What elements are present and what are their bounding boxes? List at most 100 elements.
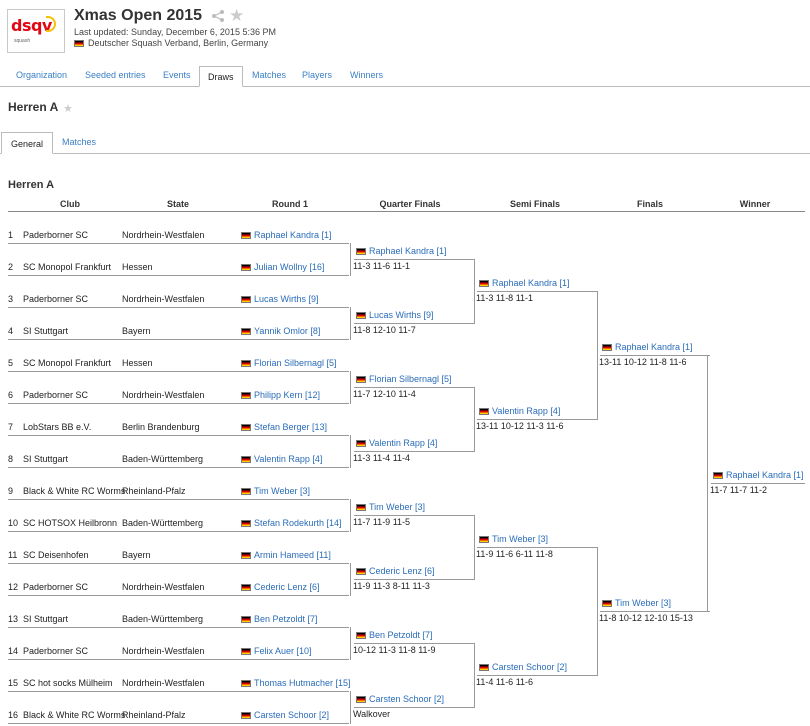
bracket-line: [474, 387, 475, 452]
tab-seeded-entries[interactable]: Seeded entries: [85, 70, 146, 80]
state-name: Rheinland-Pfalz: [122, 486, 186, 496]
round1-player-link[interactable]: Armin Hameed [11]: [254, 550, 331, 560]
quarter-final-player-link[interactable]: Cederic Lenz [6]: [369, 566, 435, 576]
club-name: Paderborner SC: [23, 390, 89, 400]
tab-players[interactable]: Players: [302, 70, 332, 80]
quarter-final-player-link[interactable]: Carsten Schoor [2]: [369, 694, 444, 704]
seed-number: 9: [8, 486, 14, 496]
bracket-line: [597, 291, 598, 420]
final-player-link[interactable]: Tim Weber [3]: [615, 598, 671, 608]
round1-player-link[interactable]: Carsten Schoor [2]: [254, 710, 329, 720]
bracket-line: [354, 387, 475, 388]
state-name: Bayern: [122, 326, 151, 336]
round1-player-link[interactable]: Ben Petzoldt [7]: [254, 614, 318, 624]
bracket-line: [239, 371, 349, 372]
bracket-line: [8, 371, 239, 372]
germany-flag-icon: [241, 648, 251, 655]
quarter-final-player-link[interactable]: Valentin Rapp [4]: [369, 438, 437, 448]
bracket-line: [350, 499, 351, 532]
bracket-line: [8, 627, 239, 628]
semi-final-player-link[interactable]: Tim Weber [3]: [492, 534, 548, 544]
state-name: Baden-Württemberg: [122, 454, 204, 464]
quarter-final-player-link[interactable]: Ben Petzoldt [7]: [369, 630, 433, 640]
seed-number: 13: [8, 614, 19, 624]
header-divider: [8, 211, 805, 212]
semi-final-score: 11-4 11-6 11-6: [476, 677, 534, 687]
quarter-final-player-link[interactable]: Florian Silbernagl [5]: [369, 374, 452, 384]
round1-player-link[interactable]: Tim Weber [3]: [254, 486, 310, 496]
bracket-line: [8, 499, 239, 500]
round1-player-link[interactable]: Philipp Kern [12]: [254, 390, 320, 400]
subtab-matches[interactable]: Matches: [62, 137, 96, 147]
tab-draws[interactable]: Draws: [199, 66, 243, 87]
germany-flag-icon: [241, 680, 251, 687]
round1-player-link[interactable]: Yannik Omlor [8]: [254, 326, 320, 336]
seed-number: 1: [8, 230, 14, 240]
tab-matches[interactable]: Matches: [252, 70, 286, 80]
bracket-line: [350, 691, 351, 724]
bracket-line: [239, 275, 349, 276]
round1-player-link[interactable]: Thomas Hutmacher [15]: [254, 678, 351, 688]
tab-events[interactable]: Events: [163, 70, 191, 80]
club-name: SC Monopol Frankfurt: [23, 262, 112, 272]
round1-player-link[interactable]: Lucas Wirths [9]: [254, 294, 319, 304]
column-header-quarter-finals: Quarter Finals: [379, 199, 441, 209]
club-name: SI Stuttgart: [23, 454, 69, 464]
bracket-line: [239, 691, 349, 692]
quarter-final-player-link[interactable]: Raphael Kandra [1]: [369, 246, 447, 256]
club-name: SC hot socks Mülheim: [23, 678, 113, 688]
quarter-final-score: Walkover: [353, 709, 391, 719]
seed-number: 16: [8, 710, 19, 720]
round1-player-link[interactable]: Stefan Rodekurth [14]: [254, 518, 342, 528]
seed-number: 7: [8, 422, 14, 432]
quarter-final-score: 11-7 12-10 11-4: [353, 389, 416, 399]
share-icon[interactable]: [211, 9, 225, 23]
organization-logo: dsqv squash: [7, 9, 65, 53]
semi-final-player-link[interactable]: Valentin Rapp [4]: [492, 406, 560, 416]
germany-flag-icon: [241, 328, 251, 335]
bracket-line: [600, 611, 710, 612]
state-name: Hessen: [122, 262, 153, 272]
round1-player-link[interactable]: Raphael Kandra [1]: [254, 230, 332, 240]
quarter-final-player-link[interactable]: Tim Weber [3]: [369, 502, 425, 512]
quarter-final-score: 11-7 11-9 11-5: [353, 517, 411, 527]
round1-player-link[interactable]: Florian Silbernagl [5]: [254, 358, 337, 368]
germany-flag-icon: [356, 312, 366, 319]
round1-player-link[interactable]: Valentin Rapp [4]: [254, 454, 322, 464]
final-player-link[interactable]: Raphael Kandra [1]: [615, 342, 693, 352]
semi-final-player-link[interactable]: Raphael Kandra [1]: [492, 278, 570, 288]
bracket-line: [239, 723, 349, 724]
bracket-line: [354, 259, 475, 260]
bracket-line: [239, 435, 349, 436]
bracket-line: [239, 467, 349, 468]
semi-final-player-link[interactable]: Carsten Schoor [2]: [492, 662, 567, 672]
quarter-final-score: 11-9 11-3 8-11 11-3: [353, 581, 430, 591]
bracket-line: [239, 307, 349, 308]
round1-player-link[interactable]: Cederic Lenz [6]: [254, 582, 320, 592]
state-name: Baden-Württemberg: [122, 518, 204, 528]
round1-player-link[interactable]: Felix Auer [10]: [254, 646, 312, 656]
club-name: Paderborner SC: [23, 582, 89, 592]
bracket-line: [600, 355, 710, 356]
subtab-general[interactable]: General: [1, 132, 54, 154]
state-name: Nordrhein-Westfalen: [122, 646, 205, 656]
tab-organization[interactable]: Organization: [16, 70, 67, 80]
bracket-line: [8, 435, 239, 436]
round1-player-link[interactable]: Julian Wollny [16]: [254, 262, 324, 272]
winner-player-link[interactable]: Raphael Kandra [1]: [726, 470, 804, 480]
tab-winners[interactable]: Winners: [350, 70, 383, 80]
club-name: Black & White RC Worms: [23, 486, 126, 496]
bracket-line: [354, 515, 475, 516]
club-name: SI Stuttgart: [23, 326, 69, 336]
state-name: Nordrhein-Westfalen: [122, 294, 205, 304]
draw-favorite-star-icon[interactable]: ★: [63, 102, 73, 115]
quarter-final-player-link[interactable]: Lucas Wirths [9]: [369, 310, 434, 320]
bracket-line: [8, 307, 239, 308]
bracket-line: [8, 275, 239, 276]
state-name: Hessen: [122, 358, 153, 368]
favorite-star-icon[interactable]: ★: [229, 6, 244, 26]
germany-flag-icon: [241, 360, 251, 367]
germany-flag-icon: [241, 616, 251, 623]
germany-flag-icon: [241, 456, 251, 463]
round1-player-link[interactable]: Stefan Berger [13]: [254, 422, 327, 432]
